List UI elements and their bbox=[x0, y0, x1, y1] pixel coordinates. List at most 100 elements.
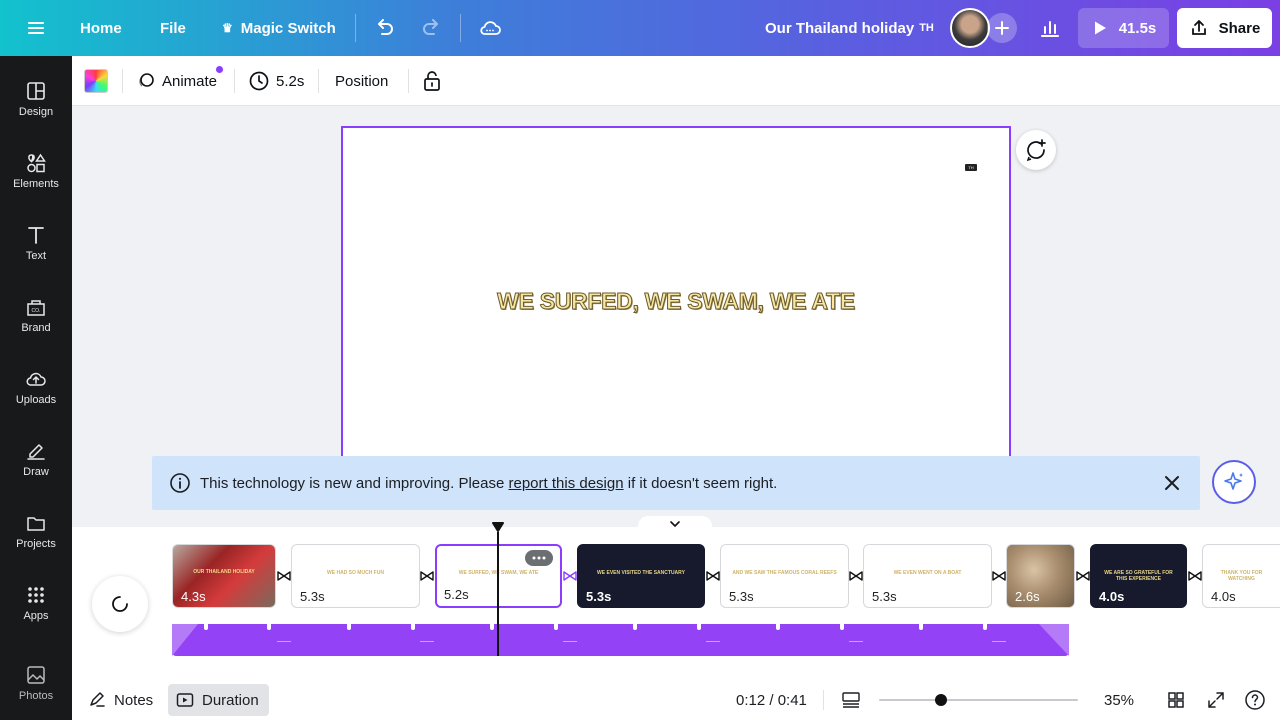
duration-value: 5.2s bbox=[276, 72, 305, 90]
share-icon bbox=[1191, 20, 1206, 35]
sidebar-item-draw[interactable]: Draw bbox=[0, 432, 72, 496]
share-button[interactable]: Share bbox=[1177, 8, 1272, 48]
document-title[interactable]: Our Thailand holiday TH bbox=[765, 0, 934, 56]
file-menu-button[interactable]: File bbox=[160, 0, 186, 56]
canvas-headline[interactable]: WE SURFED, WE SWAM, WE ATE bbox=[343, 288, 1009, 315]
transition-icon[interactable] bbox=[277, 569, 291, 583]
audio-track-fade-left bbox=[172, 624, 198, 656]
insights-icon[interactable] bbox=[1038, 0, 1062, 56]
sidebar-item-brand[interactable]: CO. Brand bbox=[0, 288, 72, 352]
divider bbox=[460, 14, 461, 42]
transition-icon[interactable] bbox=[849, 569, 863, 583]
sidebar-item-apps[interactable]: Apps bbox=[0, 576, 72, 640]
page-duration: 4.0s bbox=[1099, 589, 1125, 604]
sidebar-item-label: Apps bbox=[23, 610, 49, 622]
duration-label: Duration bbox=[202, 691, 259, 709]
sidebar-item-label: Design bbox=[18, 106, 54, 118]
sidebar-item-label: Draw bbox=[23, 466, 49, 478]
audio-beat-marker bbox=[633, 624, 637, 630]
transition-icon[interactable] bbox=[1076, 569, 1090, 583]
notice-text-before: This technology is new and improving. Pl… bbox=[200, 474, 509, 492]
page-thumbnail[interactable]: AND WE SAW THE FAMOUS CORAL REEFS 5.3s bbox=[720, 544, 849, 608]
duration-button[interactable]: 5.2s bbox=[248, 56, 304, 106]
loading-button[interactable] bbox=[92, 576, 148, 632]
home-button[interactable]: Home bbox=[80, 0, 122, 56]
audio-waveform bbox=[563, 641, 577, 642]
sidebar-item-design[interactable]: Design bbox=[0, 72, 72, 136]
magic-switch-label: Magic Switch bbox=[240, 19, 336, 37]
comment-add-icon bbox=[1026, 139, 1046, 162]
comment-refresh-button[interactable] bbox=[1016, 130, 1056, 170]
avatar[interactable] bbox=[950, 0, 990, 56]
help-icon[interactable] bbox=[1244, 680, 1266, 720]
sidebar-item-elements[interactable]: Elements bbox=[0, 144, 72, 208]
redo-icon[interactable] bbox=[418, 0, 444, 56]
sidebar-item-projects[interactable]: Projects bbox=[0, 504, 72, 568]
page-duration: 5.3s bbox=[586, 589, 612, 604]
sidebar-item-label: Photos bbox=[18, 690, 54, 702]
page-thumbnail[interactable]: 2.6s bbox=[1006, 544, 1075, 608]
page-caption: WE HAD SO MUCH FUN bbox=[327, 570, 384, 576]
transition-icon[interactable] bbox=[706, 569, 720, 583]
transition-icon[interactable] bbox=[420, 569, 434, 583]
audio-beat-marker bbox=[554, 624, 558, 630]
zoom-slider-thumb[interactable] bbox=[935, 694, 947, 706]
page-options-button[interactable] bbox=[525, 550, 553, 566]
design-canvas[interactable]: WE SURFED, WE SWAM, WE ATE TH bbox=[341, 126, 1011, 456]
lock-icon[interactable] bbox=[422, 56, 442, 106]
zoom-slider[interactable] bbox=[879, 694, 1078, 706]
duration-toggle-button[interactable]: Duration bbox=[168, 684, 269, 716]
audio-waveform bbox=[849, 641, 863, 642]
magic-switch-button[interactable]: ♛ Magic Switch bbox=[222, 0, 336, 56]
page-duration: 5.2s bbox=[444, 587, 469, 602]
audio-track[interactable] bbox=[172, 624, 1069, 656]
notes-icon bbox=[90, 692, 105, 707]
transition-icon[interactable] bbox=[992, 569, 1006, 583]
divider bbox=[234, 69, 235, 93]
collapse-timeline-button[interactable] bbox=[638, 516, 712, 532]
audio-beat-marker bbox=[983, 624, 987, 630]
magic-assistant-button[interactable] bbox=[1212, 460, 1256, 504]
play-preview-button[interactable]: 41.5s bbox=[1078, 8, 1169, 48]
undo-icon[interactable] bbox=[372, 0, 398, 56]
divider bbox=[122, 69, 123, 93]
playhead[interactable] bbox=[497, 532, 499, 656]
canvas-corner-mark: TH bbox=[965, 164, 977, 171]
apps-icon bbox=[28, 587, 44, 603]
page-thumbnail[interactable]: WE ARE SO GRATEFUL FOR THIS EXPERIENCE 4… bbox=[1090, 544, 1187, 608]
sidebar-item-photos[interactable]: Photos bbox=[0, 656, 72, 720]
page-thumbnail[interactable]: WE HAD SO MUCH FUN 5.3s bbox=[291, 544, 420, 608]
notes-button[interactable]: Notes bbox=[88, 680, 153, 720]
duration-play-icon bbox=[176, 693, 194, 707]
menu-icon[interactable] bbox=[22, 0, 50, 56]
report-design-link[interactable]: report this design bbox=[509, 475, 624, 492]
transition-icon[interactable] bbox=[1188, 569, 1202, 583]
sidebar-item-text[interactable]: Text bbox=[0, 216, 72, 280]
page-thumbnail[interactable]: OUR THAILAND HOLIDAY 4.3s bbox=[172, 544, 276, 608]
page-thumbnail[interactable]: WE EVEN VISITED THE SANCTUARY 5.3s bbox=[577, 544, 705, 608]
fullscreen-icon[interactable] bbox=[1207, 680, 1225, 720]
play-time: 41.5s bbox=[1118, 19, 1157, 37]
page-duration: 2.6s bbox=[1015, 589, 1040, 604]
divider bbox=[823, 690, 824, 710]
page-caption: WE EVEN VISITED THE SANCTUARY bbox=[597, 570, 685, 576]
bottom-bar: Notes Duration 0:12 / 0:41 35% bbox=[72, 680, 1280, 720]
page-thumbnail[interactable]: WE EVEN WENT ON A BOAT 5.3s bbox=[863, 544, 992, 608]
grid-view-icon[interactable] bbox=[1167, 680, 1185, 720]
brand-icon: CO. bbox=[27, 300, 45, 316]
page-view-icon[interactable] bbox=[841, 680, 861, 720]
add-collaborator-button[interactable] bbox=[987, 0, 1017, 56]
transition-icon[interactable] bbox=[563, 569, 577, 583]
top-bar: Home File ♛ Magic Switch Our Thailand ho… bbox=[0, 0, 1280, 56]
photos-icon bbox=[27, 666, 45, 684]
animate-button[interactable]: Animate bbox=[136, 56, 223, 106]
color-picker-button[interactable] bbox=[84, 56, 108, 106]
sidebar-item-uploads[interactable]: Uploads bbox=[0, 360, 72, 424]
position-button[interactable]: Position bbox=[335, 56, 388, 106]
svg-text:CO.: CO. bbox=[32, 308, 41, 314]
close-icon[interactable] bbox=[1162, 473, 1182, 497]
zoom-level[interactable]: 35% bbox=[1104, 680, 1134, 720]
cloud-save-icon[interactable] bbox=[476, 0, 504, 56]
page-thumbnail[interactable]: THANK YOU FOR WATCHING 4.0s bbox=[1202, 544, 1280, 608]
sparkle-icon bbox=[1224, 472, 1243, 490]
